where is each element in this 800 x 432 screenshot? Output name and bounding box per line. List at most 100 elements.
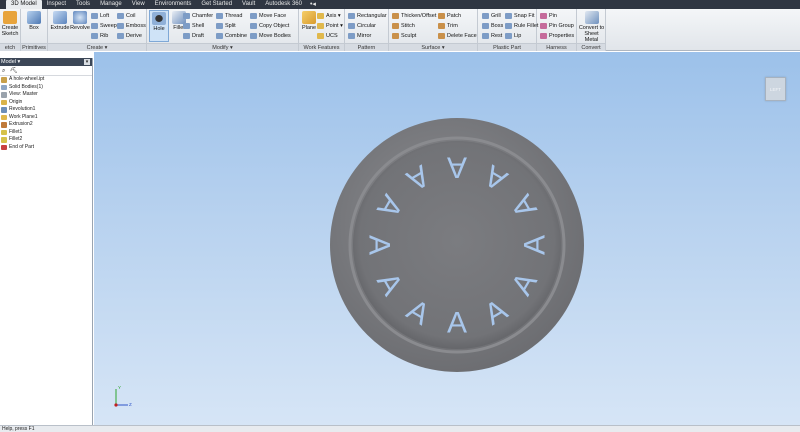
browser-tree-item[interactable]: Extrusion2 [0, 121, 92, 129]
emboss-button[interactable]: Emboss [117, 21, 146, 31]
grill-button[interactable]: Grill [482, 11, 501, 21]
browser-tree-item[interactable]: Revolution1 [0, 106, 92, 114]
tab-view[interactable]: View [127, 0, 150, 9]
tree-node-icon [1, 107, 7, 113]
boss-button[interactable]: Boss [482, 21, 503, 31]
tab-3d-model[interactable]: 3D Model [6, 0, 42, 9]
sweep-label: Sweep [100, 23, 117, 29]
browser-tree-item[interactable]: Origin [0, 99, 92, 107]
ucs-button[interactable]: UCS [317, 31, 338, 41]
tab-manage[interactable]: Manage [95, 0, 127, 9]
sculpt-label: Sculpt [401, 33, 417, 39]
revolve-label: Revolve [70, 25, 90, 31]
browser-tree-item[interactable]: Solid Bodies(1) [0, 84, 92, 92]
boss-label: Boss [491, 23, 504, 29]
filter-icon[interactable]: ⌕ [2, 68, 5, 74]
patch-button[interactable]: Patch [438, 11, 461, 21]
tab-get-started[interactable]: Get Started [196, 0, 237, 9]
draft-button[interactable]: Draft [183, 31, 204, 41]
convert-to-sheet-metal-button[interactable]: Convert to Sheet Metal [578, 10, 605, 43]
tab-tools[interactable]: Tools [71, 0, 95, 9]
box-icon [27, 11, 41, 24]
rib-button[interactable]: Rib [91, 31, 108, 41]
sculpt-button[interactable]: Sculpt [392, 31, 416, 41]
mirror-button[interactable]: Mirror [348, 31, 371, 41]
circular-pattern-button[interactable]: Circular [348, 21, 376, 31]
thread-button[interactable]: Thread [216, 11, 242, 21]
rectangular-pattern-button[interactable]: Rectangular [348, 11, 387, 21]
combine-label: Combine [225, 33, 248, 39]
stitch-label: Stitch [401, 23, 415, 29]
graphics-viewport[interactable]: LEFT AAAAAAAAAAAA Y Z [94, 52, 800, 425]
browser-tree-item[interactable]: A hole-wheel.ipt [0, 76, 92, 84]
plane-button[interactable]: Plane [299, 10, 319, 42]
properties-button[interactable]: Properties [540, 31, 574, 41]
browser-tree-item[interactable]: Fillet1 [0, 129, 92, 137]
coil-button[interactable]: Coil [117, 11, 135, 21]
chamfer-icon [183, 13, 190, 19]
axis-button[interactable]: Axis ▾ [317, 11, 341, 21]
split-icon [216, 23, 223, 29]
panel-harness: Pin Pin Group Properties Harness [537, 9, 577, 51]
copy-object-button[interactable]: Copy Object [250, 21, 289, 31]
model-browser: Model ▾ ▾ ⌕ ⛏ A hole-wheel.ipt Solid Bodi… [0, 58, 93, 425]
browser-tree-item[interactable]: View: Master [0, 91, 92, 99]
shell-label: Shell [192, 23, 205, 29]
move-face-button[interactable]: Move Face [250, 11, 286, 21]
revolve-button[interactable]: Revolve [70, 10, 90, 42]
lip-button[interactable]: Lip [505, 31, 521, 41]
thicken-icon [392, 13, 399, 19]
panel-title-modify: Modify ▾ [147, 43, 298, 51]
axis-icon [317, 13, 324, 19]
trim-icon [438, 23, 445, 29]
pin-icon [540, 13, 547, 19]
pin-button[interactable]: Pin [540, 11, 557, 21]
browser-tree-item[interactable]: End of Part [0, 144, 92, 152]
browser-menu-button[interactable]: ▾ [84, 59, 90, 65]
sweep-button[interactable]: Sweep [91, 21, 117, 31]
extrude-label: Extrude [50, 25, 70, 31]
chamfer-button[interactable]: Chamfer [183, 11, 213, 21]
delete-face-button[interactable]: Delete Face [438, 31, 477, 41]
trim-button[interactable]: Trim [438, 21, 458, 31]
lip-icon [505, 33, 512, 39]
patch-icon [438, 13, 445, 19]
extrude-button[interactable]: Extrude [50, 10, 70, 42]
derive-button[interactable]: Derive [117, 31, 142, 41]
draft-icon [183, 33, 190, 39]
hole-wheel-model[interactable]: A AAAAAAAAAAA [329, 117, 585, 373]
browser-tree-item[interactable]: Fillet2 [0, 136, 92, 144]
split-label: Split [225, 23, 236, 29]
ribbon-options-button[interactable]: •◂ [307, 0, 319, 9]
rule-fillet-button[interactable]: Rule Fillet [505, 21, 538, 31]
plane-icon [302, 11, 316, 24]
tab-inspect[interactable]: Inspect [42, 0, 71, 9]
stitch-button[interactable]: Stitch [392, 21, 415, 31]
chamfer-label: Chamfer [192, 13, 214, 19]
tab-autodesk-360[interactable]: Autodesk 360 [260, 0, 307, 9]
tab-environments[interactable]: Environments [150, 0, 197, 9]
loft-icon [91, 13, 98, 19]
tree-node-icon [1, 129, 7, 135]
viewcube[interactable]: LEFT [765, 77, 786, 101]
box-button[interactable]: Box [24, 10, 44, 42]
browser-tree-item[interactable]: Work Plane1 [0, 114, 92, 122]
split-button[interactable]: Split [216, 21, 236, 31]
loft-button[interactable]: Loft [91, 11, 109, 21]
shell-button[interactable]: Shell [183, 21, 204, 31]
tab-vault[interactable]: Vault [237, 0, 260, 9]
thicken-offset-button[interactable]: Thicken/Offset [392, 11, 436, 21]
plane-label: Plane [301, 25, 317, 31]
hole-button[interactable]: Hole [149, 10, 169, 42]
rest-button[interactable]: Rest [482, 31, 502, 41]
delete-face-label: Delete Face [447, 33, 477, 39]
properties-label: Properties [549, 33, 575, 39]
find-icon[interactable]: ⛏ [10, 68, 18, 74]
point-button[interactable]: Point ▾ [317, 21, 343, 31]
combine-button[interactable]: Combine [216, 31, 247, 41]
create-sketch-button[interactable]: Create Sketch [0, 10, 20, 42]
snap-fit-button[interactable]: Snap Fit [505, 11, 534, 21]
move-bodies-button[interactable]: Move Bodies [250, 31, 291, 41]
pin-group-button[interactable]: Pin Group [540, 21, 574, 31]
browser-title[interactable]: Model ▾ [1, 59, 20, 65]
